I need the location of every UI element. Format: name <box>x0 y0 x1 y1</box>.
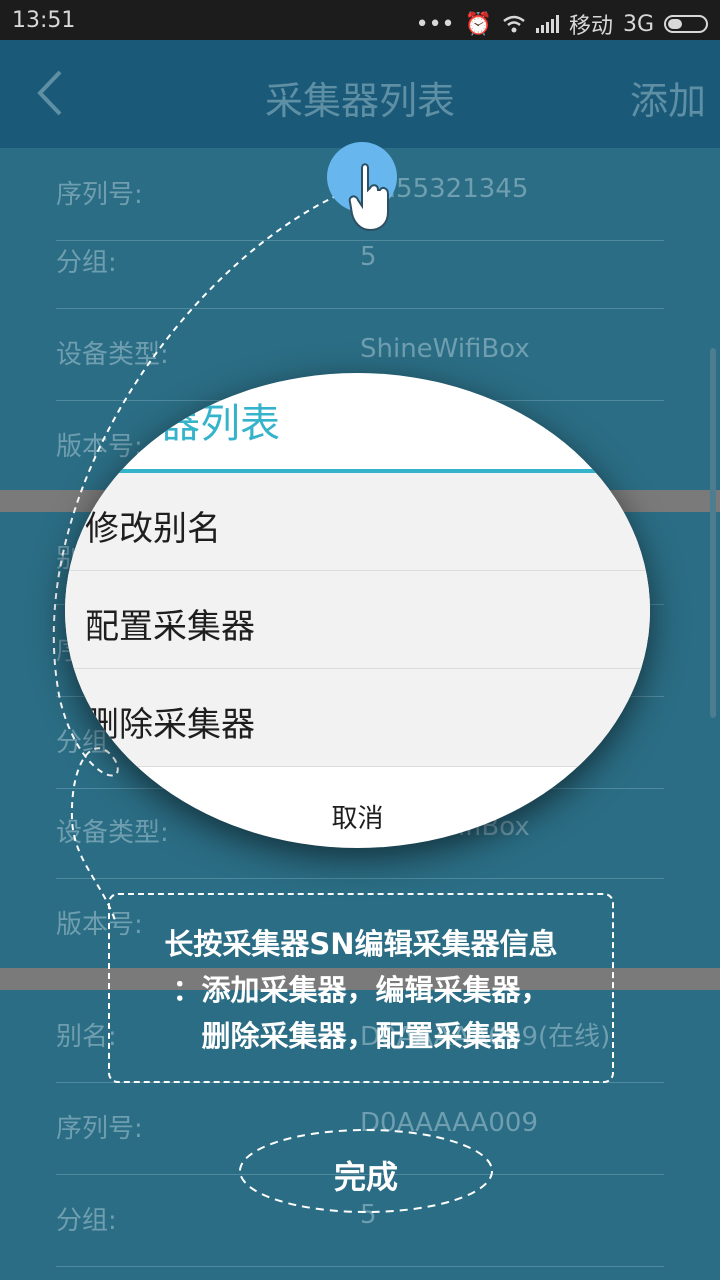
dialog-title: 器列表 <box>160 401 280 447</box>
hint-line: 删除采集器，配置采集器 <box>201 1019 521 1053</box>
add-button[interactable]: 添加 <box>630 70 706 125</box>
status-time: 13:51 <box>12 8 76 33</box>
status-bar: 13:51 ••• ⏰ 移动 3G <box>0 0 720 40</box>
menu-item-label: 配置采集器 <box>85 607 255 647</box>
row-value: ShineWifiBox <box>360 334 530 364</box>
battery-icon <box>664 15 708 33</box>
more-icon: ••• <box>415 11 455 37</box>
hint-line: ：添加采集器，编辑采集器， <box>172 973 550 1007</box>
row-label: 分组: <box>56 1206 117 1236</box>
row-label: 版本号: <box>56 432 143 462</box>
app-header: 采集器列表 添加 <box>0 40 720 148</box>
network-label: 3G <box>622 11 654 37</box>
status-icons: ••• ⏰ 移动 3G <box>416 8 708 40</box>
cancel-button[interactable]: 取消 <box>65 798 650 835</box>
row-label: 序列号: <box>56 1114 143 1144</box>
done-label: 完成 <box>333 1158 398 1196</box>
signal-icon <box>535 15 559 33</box>
menu-item-configure[interactable]: 配置采集器 <box>65 571 650 669</box>
menu-item-label: 修改别名 <box>85 509 221 549</box>
row-label: 分组: <box>56 248 117 278</box>
carrier-label: 移动 <box>568 14 613 39</box>
menu-item-delete[interactable]: 删除采集器 <box>65 669 650 767</box>
wifi-icon <box>503 15 525 33</box>
hint-line: 长按采集器SN编辑采集器信息 <box>164 927 558 961</box>
context-menu-magnifier: 器列表 修改别名 配置采集器 删除采集器 取消 <box>65 373 650 848</box>
row-label: 设备类型: <box>56 340 169 370</box>
row-label: 序列号: <box>56 180 143 210</box>
hand-pointer-icon <box>348 163 389 232</box>
page-title: 采集器列表 <box>264 79 455 123</box>
menu-item-label: 删除采集器 <box>85 705 255 745</box>
alarm-icon: ⏰ <box>464 11 492 37</box>
row-value: 5 <box>360 242 377 272</box>
done-button[interactable]: 完成 <box>238 1128 494 1214</box>
scrollbar[interactable] <box>710 348 716 718</box>
tutorial-hint-box: 长按采集器SN编辑采集器信息 ：添加采集器，编辑采集器， 删除采集器，配置采集器 <box>108 893 614 1083</box>
menu-item-rename[interactable]: 修改别名 <box>65 473 650 571</box>
